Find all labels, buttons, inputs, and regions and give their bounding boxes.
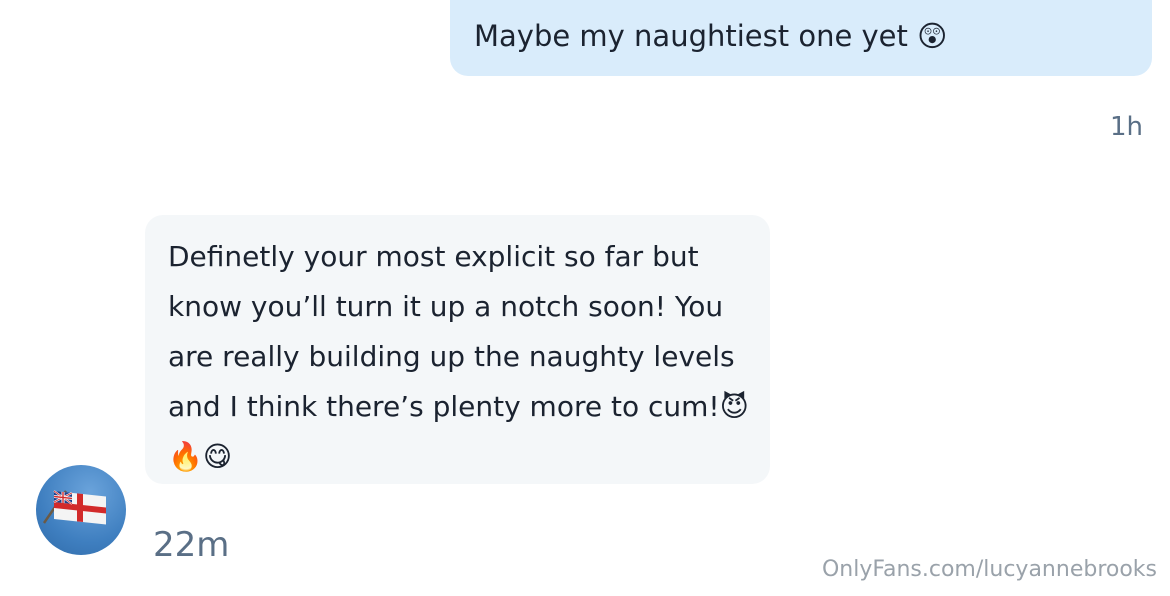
flag-avatar-icon xyxy=(42,490,106,525)
outgoing-message-bubble[interactable]: Maybe my naughtiest one yet 😲 xyxy=(450,0,1152,76)
incoming-message-line: are really building up the naughty level… xyxy=(168,340,735,373)
chat-screen: Maybe my naughtiest one yet 😲 1h Definet… xyxy=(0,0,1170,596)
incoming-message-timestamp: 22m xyxy=(153,525,230,565)
incoming-message-line: know you’ll turn it up a notch soon! You xyxy=(168,290,724,323)
watermark-text: OnlyFans.com/lucyannebrooks xyxy=(821,557,1157,582)
sender-avatar[interactable] xyxy=(36,465,126,555)
outgoing-message-text: Maybe my naughtiest one yet 😲 xyxy=(474,19,948,53)
outgoing-message-timestamp: 1h xyxy=(1109,112,1143,142)
incoming-message-line: 🔥😋 xyxy=(168,440,233,473)
incoming-message-bubble[interactable]: Definetly your most explicit so far but … xyxy=(145,215,770,484)
incoming-message-line: Definetly your most explicit so far but xyxy=(168,240,699,273)
incoming-message-line: and I think there’s plenty more to cum!😈 xyxy=(168,390,749,423)
